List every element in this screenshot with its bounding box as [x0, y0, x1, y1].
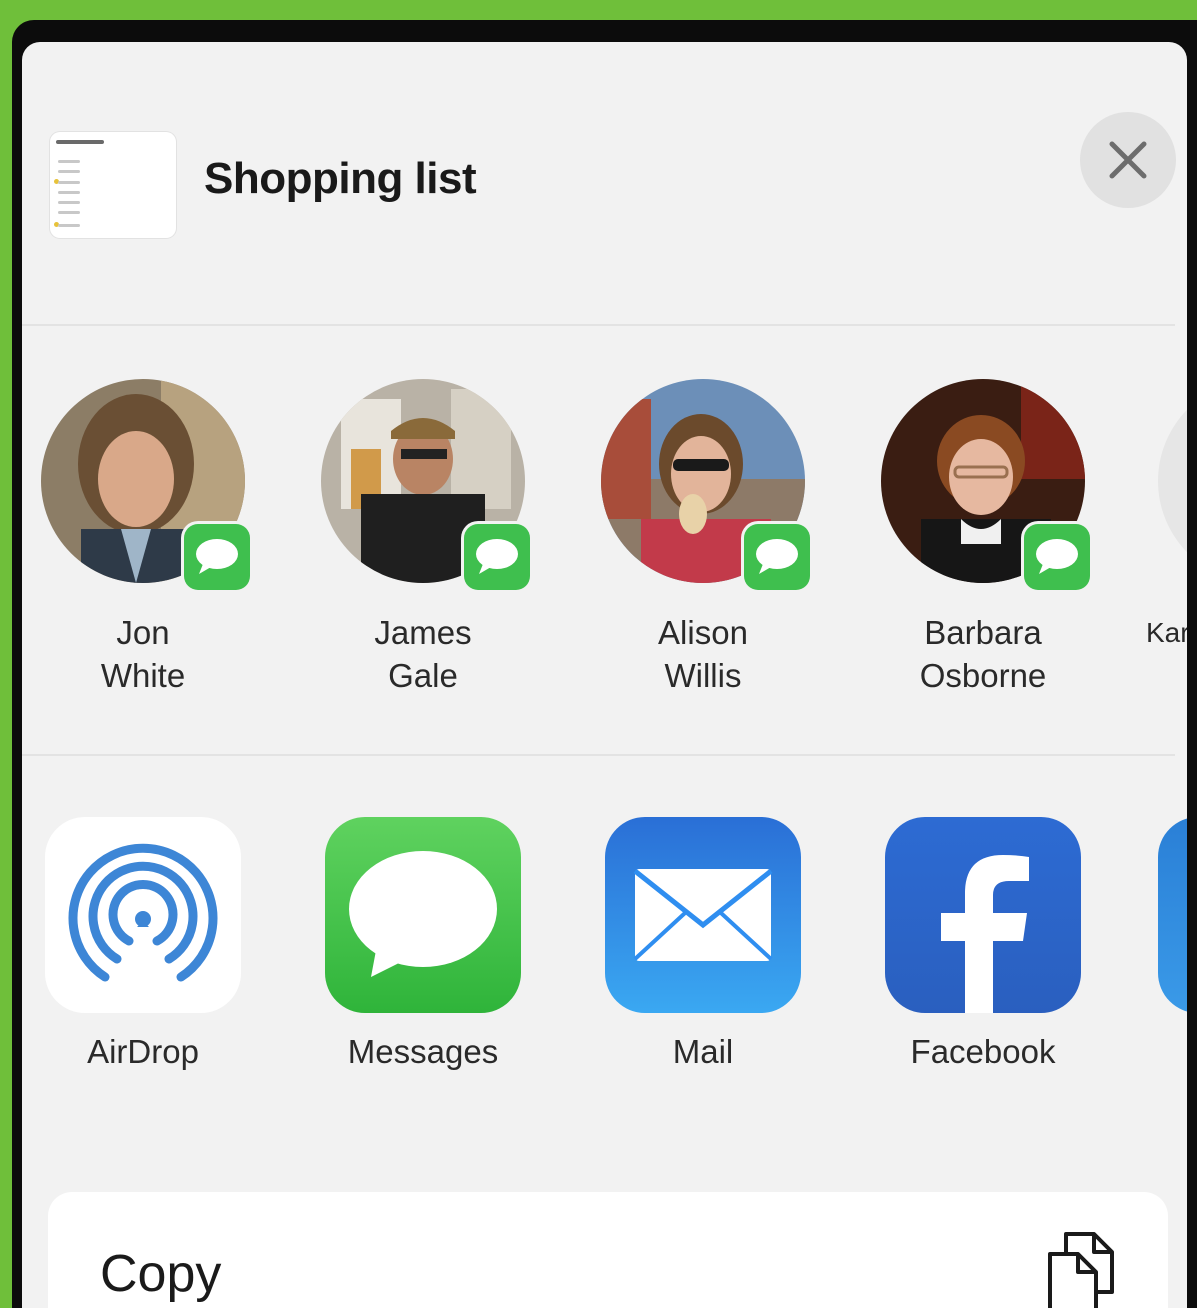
- messages-badge-icon: [464, 524, 530, 590]
- mail-icon: [605, 817, 801, 1013]
- messages-badge-icon: [1024, 524, 1090, 590]
- share-sheet: Shopping list Jon White James Gale Aliso…: [22, 42, 1187, 1308]
- divider: [22, 324, 1175, 326]
- contact-name: Barbara Osborne: [919, 614, 1047, 694]
- copy-label: Copy: [100, 1245, 222, 1303]
- app-label: Mail: [672, 1033, 734, 1070]
- avatar: [601, 379, 810, 590]
- app-airdrop[interactable]: AirDrop: [38, 817, 248, 1071]
- avatar: [321, 379, 530, 590]
- divider: [22, 754, 1175, 756]
- contact-karl[interactable]: Karl: [1146, 379, 1187, 654]
- app-label: Facebook: [910, 1033, 1056, 1070]
- facebook-icon: [885, 817, 1081, 1013]
- document-title: Shopping list: [204, 154, 477, 203]
- contact-barbara-osborne[interactable]: Barbara Osborne: [878, 379, 1090, 697]
- close-icon: [1109, 141, 1147, 179]
- document-thumbnail: [50, 132, 176, 238]
- app-icon: [1158, 817, 1187, 1013]
- close-button[interactable]: [1080, 112, 1176, 208]
- messages-icon: [325, 817, 521, 1013]
- messages-badge-icon: [744, 524, 810, 590]
- device-frame: Shopping list Jon White James Gale Aliso…: [12, 20, 1197, 1308]
- copy-icon: [1048, 1232, 1114, 1308]
- avatar: [1158, 379, 1187, 583]
- app-mail[interactable]: Mail: [598, 817, 808, 1071]
- contact-jon-white[interactable]: Jon White: [38, 379, 250, 697]
- avatar: [41, 379, 250, 590]
- app-label: Messages: [347, 1033, 499, 1070]
- app-partial[interactable]: [1158, 817, 1187, 1013]
- contact-name: Jon White: [100, 614, 186, 694]
- avatar: [881, 379, 1090, 590]
- contact-name: James Gale: [374, 614, 472, 694]
- app-messages[interactable]: Messages: [318, 817, 528, 1071]
- copy-action[interactable]: Copy: [48, 1192, 1168, 1308]
- app-label: AirDrop: [87, 1033, 199, 1070]
- messages-badge-icon: [184, 524, 250, 590]
- share-sheet-header: Shopping list: [22, 42, 1176, 304]
- contact-name: Alison Willis: [658, 614, 748, 694]
- airdrop-icon: [45, 817, 241, 1013]
- contact-james-gale[interactable]: James Gale: [318, 379, 530, 697]
- contact-alison-willis[interactable]: Alison Willis: [598, 379, 810, 697]
- app-facebook[interactable]: Facebook: [878, 817, 1088, 1071]
- contact-name: Karl: [1146, 617, 1187, 648]
